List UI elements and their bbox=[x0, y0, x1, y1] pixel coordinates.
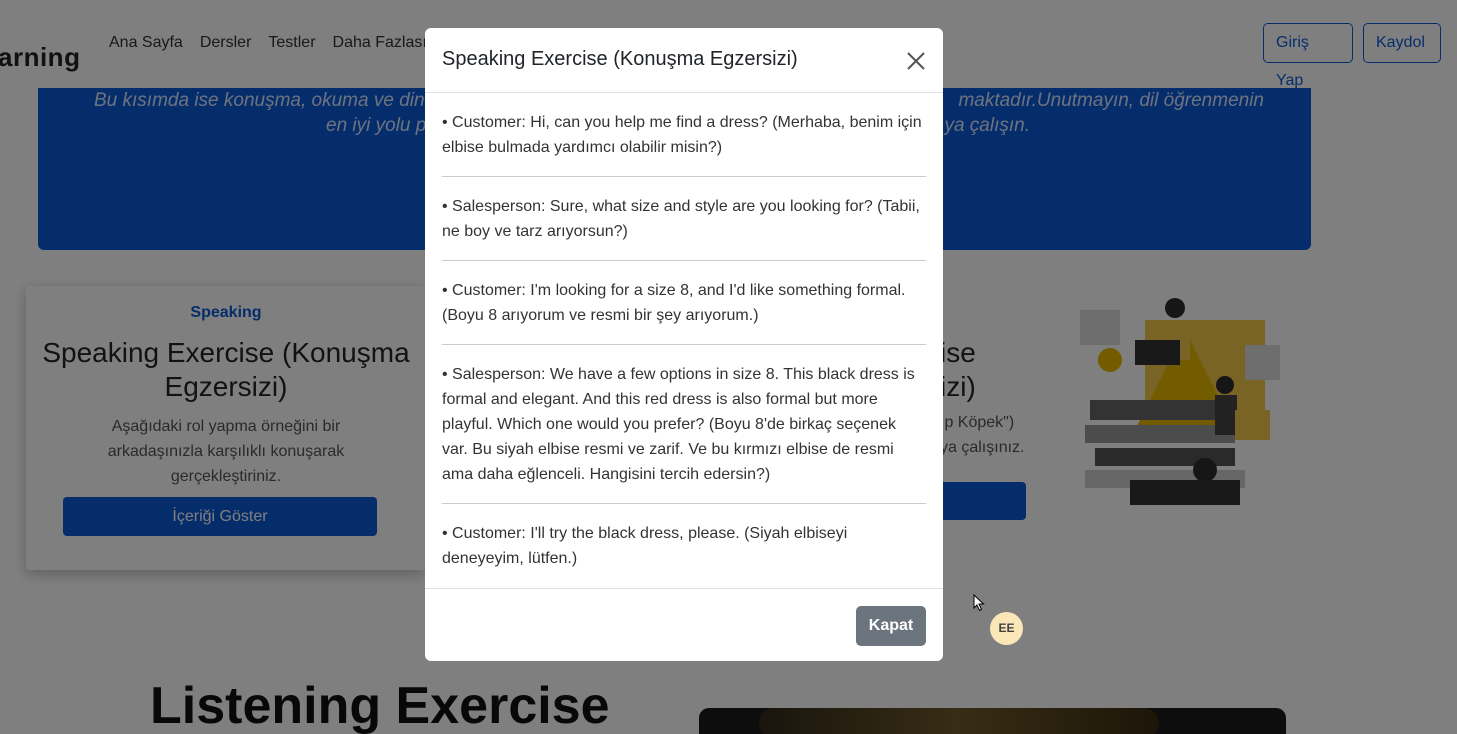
modal-body: • Customer: Hi, can you help me find a d… bbox=[442, 93, 926, 587]
user-avatar[interactable]: EE bbox=[990, 612, 1023, 645]
speaking-modal: Speaking Exercise (Konuşma Egzersizi) • … bbox=[425, 28, 943, 661]
close-icon[interactable] bbox=[905, 50, 927, 72]
modal-header: Speaking Exercise (Konuşma Egzersizi) bbox=[425, 28, 943, 93]
dialog-line: • Salesperson: Sure, what size and style… bbox=[442, 177, 926, 261]
modal-footer: Kapat bbox=[425, 588, 943, 661]
dialog-line: • Customer: I'll try the black dress, pl… bbox=[442, 525, 848, 567]
dialog-line: • Customer: Hi, can you help me find a d… bbox=[442, 93, 926, 177]
dialog-line: • Salesperson: We have a few options in … bbox=[442, 345, 926, 504]
mouse-cursor-icon bbox=[973, 594, 985, 612]
modal-title: Speaking Exercise (Konuşma Egzersizi) bbox=[442, 48, 798, 70]
close-button[interactable]: Kapat bbox=[856, 606, 926, 646]
dialog-line: • Customer: I'm looking for a size 8, an… bbox=[442, 261, 926, 345]
